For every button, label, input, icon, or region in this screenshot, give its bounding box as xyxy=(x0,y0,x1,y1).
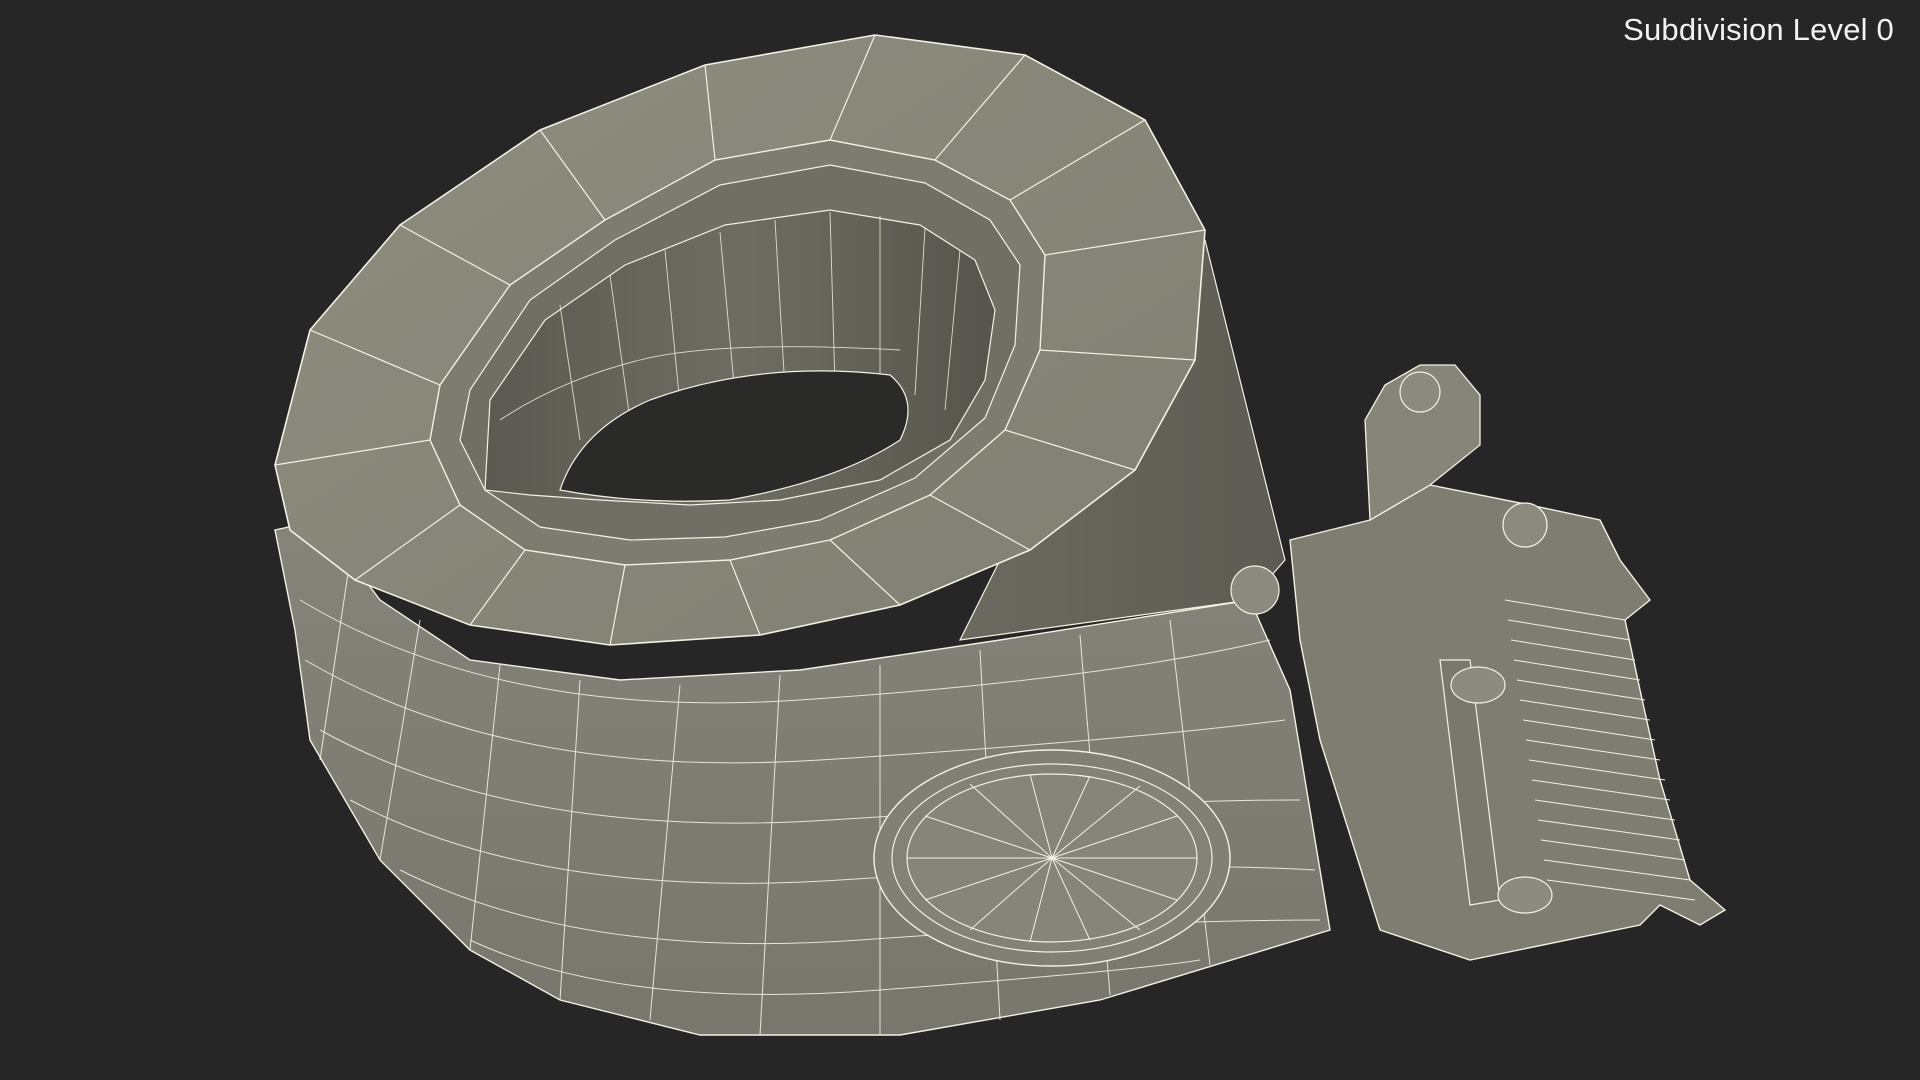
tape-dispenser-model[interactable] xyxy=(0,0,1920,1080)
top-screw-icon xyxy=(1399,371,1441,413)
lower-dome-icon xyxy=(1497,876,1553,914)
viewport[interactable]: Subdivision Level 0 xyxy=(0,0,1920,1080)
body-screw-icon xyxy=(1230,565,1280,615)
side-screw-icon xyxy=(1502,502,1548,548)
front-oval-recess xyxy=(873,749,1231,967)
upper-dome-icon xyxy=(1450,666,1506,704)
